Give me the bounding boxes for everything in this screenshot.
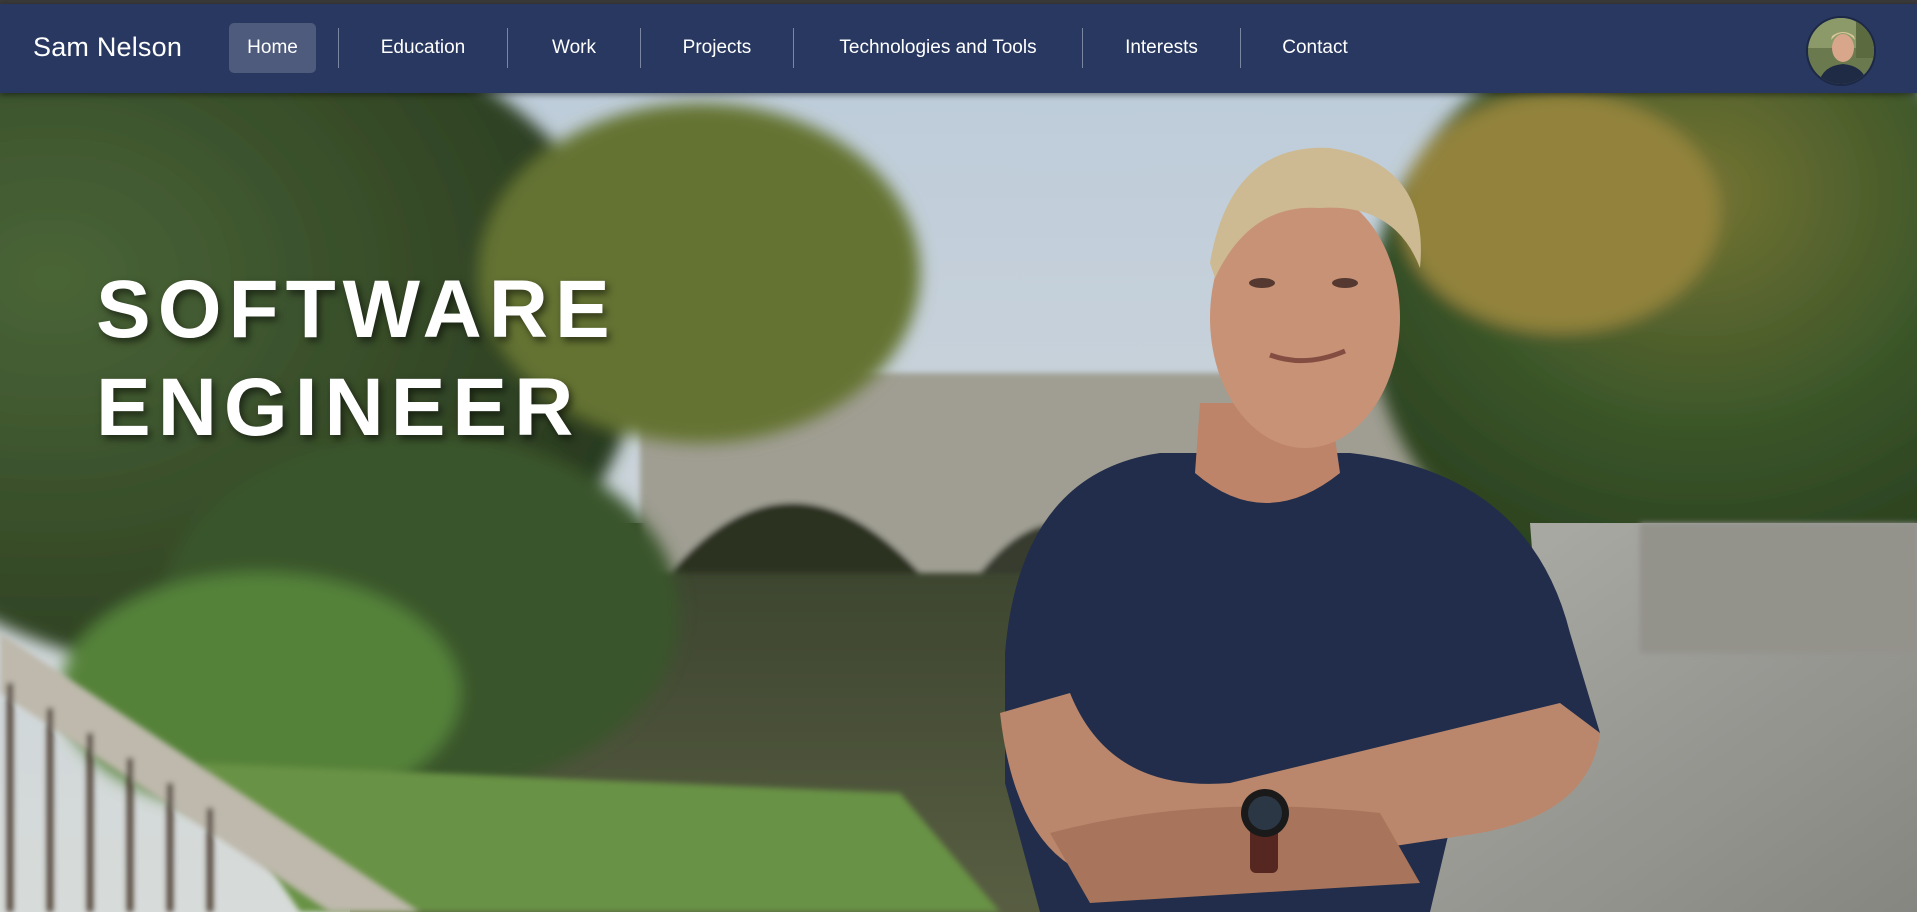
hero-section: SOFTWARE ENGINEER [0,93,1917,912]
nav-projects[interactable]: Projects [641,23,793,73]
nav-home[interactable]: Home [229,23,316,73]
headline-line-2: ENGINEER [96,362,581,453]
avatar-photo-icon [1808,18,1874,84]
nav-technologies-and-tools[interactable]: Technologies and Tools [794,23,1082,73]
top-navbar: Sam Nelson Home Education Work Projects … [0,4,1917,93]
profile-avatar[interactable] [1806,16,1876,86]
portfolio-page: Sam Nelson Home Education Work Projects … [0,0,1917,912]
nav-interests[interactable]: Interests [1083,23,1240,73]
nav-work[interactable]: Work [508,23,640,73]
nav-education[interactable]: Education [339,23,507,73]
hero-headline: SOFTWARE ENGINEER [96,261,617,457]
nav-contact[interactable]: Contact [1241,23,1389,73]
hero-background-photo [0,93,1917,912]
headline-line-1: SOFTWARE [96,264,617,355]
brand-name[interactable]: Sam Nelson [33,32,182,63]
main-nav: Home Education Work Projects Technologie… [229,23,1389,73]
